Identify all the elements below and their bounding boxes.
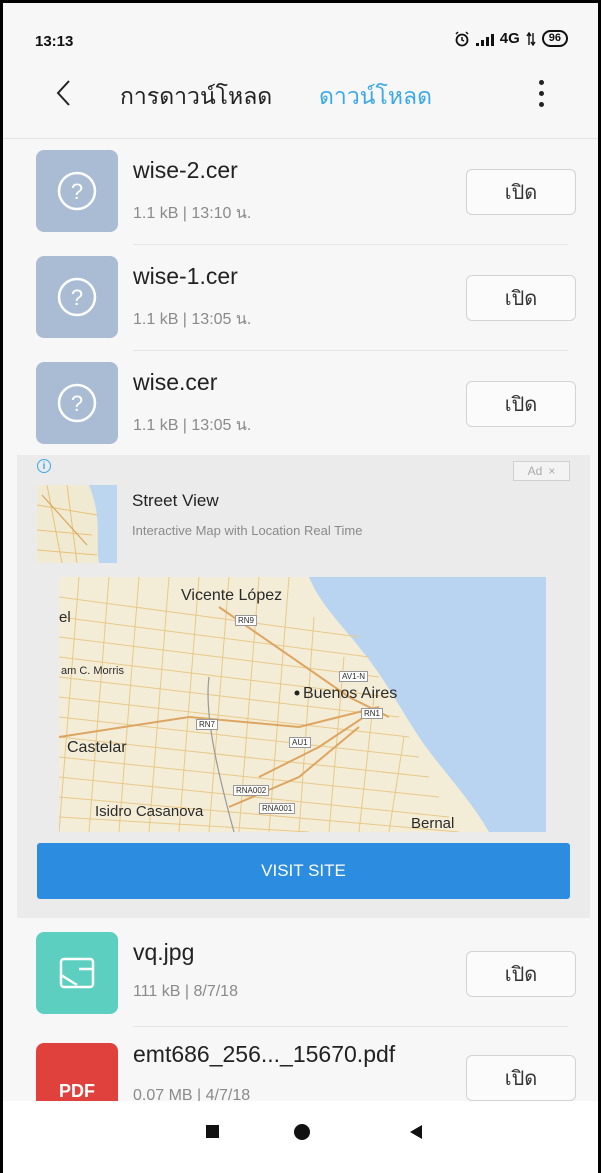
app-thumbnail: [37, 485, 117, 563]
screen: 13:13 4G 96 การดาวน์โหลด ดาวน์โหลด ? wis…: [0, 0, 601, 1173]
map-label: RNA002: [233, 785, 270, 796]
status-time: 13:13: [35, 33, 74, 50]
map-label: Vicente López: [181, 587, 283, 604]
svg-text:?: ?: [71, 285, 83, 310]
file-meta: 1.1 kB | 13:05 น.: [133, 417, 252, 434]
unknown-file-icon: ?: [36, 362, 118, 444]
app-header: การดาวน์โหลด ดาวน์โหลด: [3, 63, 598, 131]
ad-badge[interactable]: Ad ×: [513, 461, 570, 481]
map-label: Bernal: [411, 815, 455, 832]
ad-label: Ad: [527, 464, 543, 478]
map-label: RNA001: [259, 803, 296, 814]
file-name: emt686_256..._15670.pdf: [133, 1041, 396, 1067]
file-meta: 1.1 kB | 13:10 น.: [133, 205, 252, 222]
list-item[interactable]: vq.jpg 111 kB | 8/7/18 เปิด: [3, 921, 598, 1027]
open-button[interactable]: เปิด: [466, 275, 576, 321]
more-vertical-icon[interactable]: [529, 73, 553, 113]
visit-site-button[interactable]: VISIT SITE: [37, 843, 570, 899]
map-label: RN1: [361, 708, 384, 719]
map-label: Isidro Casanova: [95, 803, 204, 820]
svg-text:?: ?: [71, 391, 83, 416]
chevron-left-icon[interactable]: [49, 73, 79, 113]
map-image[interactable]: Vicente López RN9 el am C. Morris AV1-N …: [59, 577, 546, 832]
status-indicators: 4G 96: [454, 30, 568, 47]
open-button[interactable]: เปิด: [466, 381, 576, 427]
pdf-icon-label: PDF: [59, 1080, 95, 1101]
ad-subtitle: Interactive Map with Location Real Time: [132, 523, 363, 538]
navigation-bar: [3, 1101, 598, 1173]
signal-icon: [475, 32, 494, 46]
pdf-file-icon: PDF: [36, 1043, 118, 1101]
list-item[interactable]: ? wise-2.cer 1.1 kB | 13:10 น. เปิด: [3, 139, 598, 245]
file-name: vq.jpg: [133, 939, 195, 965]
open-button[interactable]: เปิด: [466, 1055, 576, 1101]
file-meta: 0.07 MB | 4/7/18: [133, 1087, 251, 1101]
map-label: Buenos Aires: [303, 685, 398, 702]
info-icon[interactable]: i: [37, 459, 51, 473]
alarm-icon: [455, 30, 469, 46]
map-label: AU1: [289, 737, 311, 748]
tab-downloads[interactable]: การดาวน์โหลด: [120, 79, 272, 115]
image-file-icon: [36, 932, 118, 1014]
unknown-file-icon: ?: [36, 256, 118, 338]
ad-banner[interactable]: i Ad × Street View Interactive Map with …: [17, 455, 590, 918]
list-item[interactable]: ? wise.cer 1.1 kB | 13:05 น. เปิด: [3, 351, 598, 457]
map-graphic: [59, 577, 546, 832]
battery-icon: 96: [541, 30, 568, 47]
map-label: Castelar: [67, 739, 127, 756]
map-label: RN7: [196, 719, 219, 730]
unknown-file-icon: ?: [36, 150, 118, 232]
map-label: RN9: [235, 615, 258, 626]
circle-icon[interactable]: [294, 1124, 310, 1140]
file-meta: 1.1 kB | 13:05 น.: [133, 311, 252, 328]
tab-download-active[interactable]: ดาวน์โหลด: [319, 79, 432, 115]
file-name: wise-1.cer: [133, 263, 238, 289]
list-item[interactable]: ? wise-1.cer 1.1 kB | 13:05 น. เปิด: [3, 245, 598, 351]
map-label: el: [59, 609, 71, 626]
data-transfer-icon: [526, 31, 536, 46]
map-label: AV1-N: [339, 671, 368, 682]
square-icon[interactable]: [206, 1125, 219, 1138]
svg-text:?: ?: [71, 179, 83, 204]
list-item[interactable]: PDF emt686_256..._15670.pdf 0.07 MB | 4/…: [3, 1027, 598, 1101]
close-icon[interactable]: ×: [548, 464, 555, 478]
file-name: wise-2.cer: [133, 157, 238, 183]
triangle-back-icon[interactable]: [410, 1125, 422, 1139]
network-type: 4G: [499, 30, 520, 47]
map-label: am C. Morris: [61, 665, 124, 677]
open-button[interactable]: เปิด: [466, 951, 576, 997]
open-button[interactable]: เปิด: [466, 169, 576, 215]
ad-title[interactable]: Street View: [132, 491, 219, 511]
file-name: wise.cer: [133, 369, 218, 395]
file-meta: 111 kB | 8/7/18: [133, 983, 238, 1000]
